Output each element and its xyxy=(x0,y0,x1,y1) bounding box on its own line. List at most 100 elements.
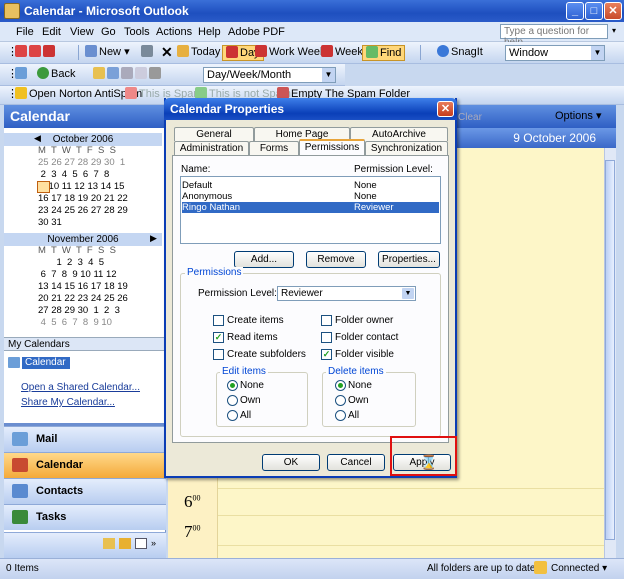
maximize-button[interactable]: □ xyxy=(585,2,603,20)
folder-list-icon[interactable] xyxy=(107,67,119,79)
calendar-icon[interactable] xyxy=(15,45,27,57)
calendar-icon-3[interactable] xyxy=(43,45,55,57)
navigation-icons[interactable] xyxy=(90,67,166,83)
prev-month-icon[interactable]: ◀ xyxy=(34,133,41,144)
back-button[interactable]: Back xyxy=(34,67,78,83)
calendar-icon-2[interactable] xyxy=(29,45,41,57)
menu-help[interactable]: Help xyxy=(198,26,221,38)
open-shared-calendar-link[interactable]: Open a Shared Calendar... xyxy=(21,382,140,393)
dialog-close-button[interactable]: ✕ xyxy=(437,101,454,117)
preview-icon[interactable] xyxy=(121,67,133,79)
calendar-week-row[interactable]: 27 28 29 30 1 2 3 xyxy=(38,305,128,317)
tab-autoarchive[interactable]: AutoArchive xyxy=(350,127,448,141)
calendar-week-row[interactable]: 30 31 xyxy=(38,217,128,229)
today-marker[interactable] xyxy=(37,181,50,193)
new-button[interactable]: New ▾ xyxy=(82,45,133,61)
calendar-week-row[interactable]: 13 14 15 16 17 18 19 xyxy=(38,281,128,293)
reply-icons[interactable] xyxy=(12,67,32,83)
remove-button[interactable]: Remove xyxy=(306,251,366,268)
list-item[interactable]: Anonymous None xyxy=(182,191,439,202)
find-button[interactable]: Find xyxy=(362,45,406,61)
notes-icon[interactable] xyxy=(103,538,115,549)
current-view-combo[interactable]: Day/Week/Month ▼ xyxy=(203,67,336,83)
edit-all-radio[interactable] xyxy=(227,410,238,421)
calendar-list-item[interactable]: Calendar xyxy=(22,357,70,369)
outlook-today-icon[interactable] xyxy=(15,67,27,79)
back-arrow-icon xyxy=(37,67,49,79)
work-week-button[interactable]: Work Week xyxy=(252,45,328,61)
menu-actions[interactable]: Actions xyxy=(156,26,192,38)
help-dropdown-arrow-icon[interactable]: ▾ xyxy=(612,26,616,35)
shortcuts-icon[interactable] xyxy=(135,538,147,549)
list-item[interactable]: Default None xyxy=(182,180,439,191)
edit-none-radio[interactable] xyxy=(227,380,238,391)
ok-button[interactable]: OK xyxy=(262,454,320,471)
scrollbar-thumb[interactable] xyxy=(605,160,615,540)
folder-list-icon[interactable] xyxy=(119,538,131,549)
calendar-week-row[interactable]: 4 5 6 7 8 9 10 xyxy=(38,317,128,329)
share-my-calendar-link[interactable]: Share My Calendar... xyxy=(21,397,115,408)
help-search-input[interactable]: Type a question for help xyxy=(500,24,608,48)
toolbar-icons-group[interactable] xyxy=(12,45,60,61)
nav-mail-button[interactable]: Mail xyxy=(4,426,166,452)
menu-go[interactable]: Go xyxy=(101,26,116,38)
connection-status[interactable]: Connected ▾ xyxy=(551,563,607,574)
print-button[interactable] xyxy=(138,45,158,61)
menu-file[interactable]: File xyxy=(16,26,34,38)
today-button[interactable]: Today xyxy=(174,45,223,61)
calendar-week-row[interactable]: 23 24 25 26 27 28 29 xyxy=(38,205,128,217)
permission-level-select[interactable]: Reviewer ▼ xyxy=(277,286,416,301)
undo-icon[interactable] xyxy=(135,67,147,79)
menu-view[interactable]: View xyxy=(70,26,94,38)
nav-calendar-button[interactable]: Calendar xyxy=(4,452,166,478)
next-month-icon[interactable]: ▶ xyxy=(150,233,157,244)
tab-synchronization[interactable]: Synchronization xyxy=(365,141,448,155)
week-button[interactable]: Week xyxy=(318,45,366,61)
calendar-week-row[interactable]: 1 2 3 4 5 xyxy=(38,257,128,269)
delete-none-radio[interactable] xyxy=(335,380,346,391)
folder-contact-checkbox[interactable] xyxy=(321,332,332,343)
snagit-window-combo[interactable]: Window ▼ xyxy=(505,45,605,61)
minimize-button[interactable]: _ xyxy=(566,2,584,20)
calendar-week-row[interactable]: 9 10 11 12 13 14 15 xyxy=(38,181,128,193)
edit-own-radio[interactable] xyxy=(227,395,238,406)
calendar-week-row[interactable]: 16 17 18 19 20 21 22 xyxy=(38,193,128,205)
cancel-button[interactable]: Cancel xyxy=(327,454,385,471)
clear-button[interactable]: Clear xyxy=(455,110,485,126)
my-calendars-header[interactable]: My Calendars xyxy=(4,337,166,351)
folder-visible-checkbox[interactable]: ✓ xyxy=(321,349,332,360)
chevron-down-icon[interactable]: ▼ xyxy=(591,46,604,60)
delete-own-radio[interactable] xyxy=(335,395,346,406)
calendar-week-row[interactable]: 25 26 27 28 29 30 1 xyxy=(38,157,128,169)
calendar-week-row[interactable]: 20 21 22 23 24 25 26 xyxy=(38,293,128,305)
calendar-week-row[interactable]: 6 7 8 9 10 11 12 xyxy=(38,269,128,281)
calendar-week-row[interactable]: 2 3 4 5 6 7 8 xyxy=(38,169,128,181)
menu-adobe-pdf[interactable]: Adobe PDF xyxy=(228,26,285,38)
options-button[interactable]: Options ▾ xyxy=(555,109,602,122)
add-button[interactable]: Add... xyxy=(234,251,294,268)
snagit-button[interactable]: SnagIt xyxy=(434,45,486,61)
chevron-down-icon[interactable]: ▼ xyxy=(322,68,335,82)
configure-buttons-icon[interactable]: » xyxy=(151,538,156,548)
chevron-down-icon[interactable]: ▼ xyxy=(402,288,414,299)
october-grid[interactable]: M T W T F S S 25 26 27 28 29 30 1 2 3 4 … xyxy=(38,145,128,229)
tab-permissions[interactable]: Permissions xyxy=(299,139,365,155)
nav-contacts-button[interactable]: Contacts xyxy=(4,478,166,504)
create-subfolders-checkbox[interactable] xyxy=(213,349,224,360)
menu-edit[interactable]: Edit xyxy=(42,26,61,38)
menu-tools[interactable]: Tools xyxy=(124,26,150,38)
folder-up-icon[interactable] xyxy=(93,67,105,79)
properties-button[interactable]: Properties... xyxy=(378,251,440,268)
tab-general[interactable]: General xyxy=(174,127,254,141)
print-preview-icon[interactable] xyxy=(149,67,161,79)
close-button[interactable]: ✕ xyxy=(604,2,622,20)
tab-forms[interactable]: Forms xyxy=(249,141,299,155)
read-items-checkbox[interactable]: ✓ xyxy=(213,332,224,343)
list-item-selected[interactable]: Ringo Nathan Reviewer xyxy=(182,202,439,213)
create-items-checkbox[interactable] xyxy=(213,315,224,326)
november-grid[interactable]: M T W T F S S 1 2 3 4 5 6 7 8 9 10 11 12… xyxy=(38,245,128,329)
delete-all-radio[interactable] xyxy=(335,410,346,421)
nav-tasks-button[interactable]: Tasks xyxy=(4,504,166,530)
folder-owner-checkbox[interactable] xyxy=(321,315,332,326)
tab-administration[interactable]: Administration xyxy=(174,141,249,155)
